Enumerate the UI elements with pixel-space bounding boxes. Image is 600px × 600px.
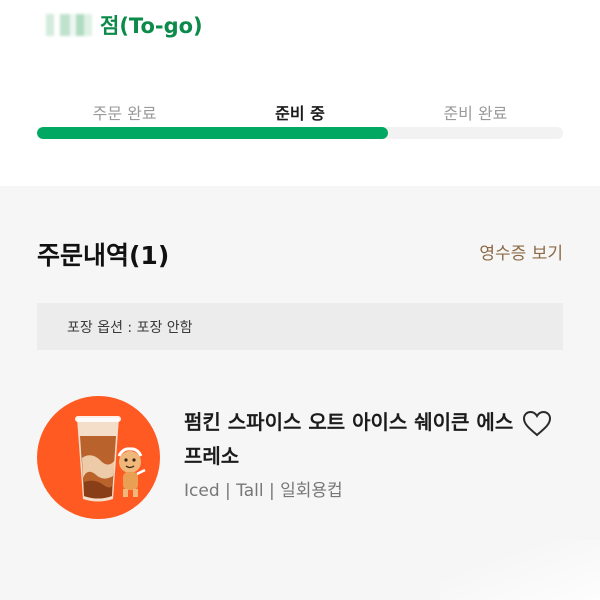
heart-outline-icon[interactable] (521, 408, 553, 438)
order-progress-fill (37, 127, 388, 139)
iced-latte-with-mascot-icon (75, 416, 146, 502)
product-name: 펌킨 스파이스 오트 아이스 쉐이큰 에스프레소 (184, 410, 514, 468)
packaging-option-box: 포장 옵션 : 포장 안함 (37, 303, 563, 350)
product-options: Iced | Tall | 일회용컵 (184, 481, 343, 501)
store-title: 점(To-go) (40, 10, 203, 40)
order-status-steps: 주문 완료 준비 중 준비 완료 (37, 100, 563, 124)
store-name-suffix: 점(To-go) (100, 14, 203, 38)
view-receipt-link[interactable]: 영수증 보기 (479, 239, 563, 264)
step-preparing: 준비 중 (275, 104, 325, 123)
order-details-section: 주문내역(1) 영수증 보기 포장 옵션 : 포장 안함 펌킨 스파이스 오트 … (0, 186, 600, 600)
step-ready: 준비 완료 (443, 104, 508, 123)
bottom-fade (440, 540, 600, 600)
order-history-title: 주문내역(1) (37, 241, 170, 270)
store-name-blurred (40, 14, 98, 36)
step-order-complete: 주문 완료 (92, 104, 157, 123)
packaging-option-text: 포장 옵션 : 포장 안함 (67, 319, 193, 336)
product-thumbnail (37, 396, 160, 519)
order-progress-bar (37, 127, 563, 139)
